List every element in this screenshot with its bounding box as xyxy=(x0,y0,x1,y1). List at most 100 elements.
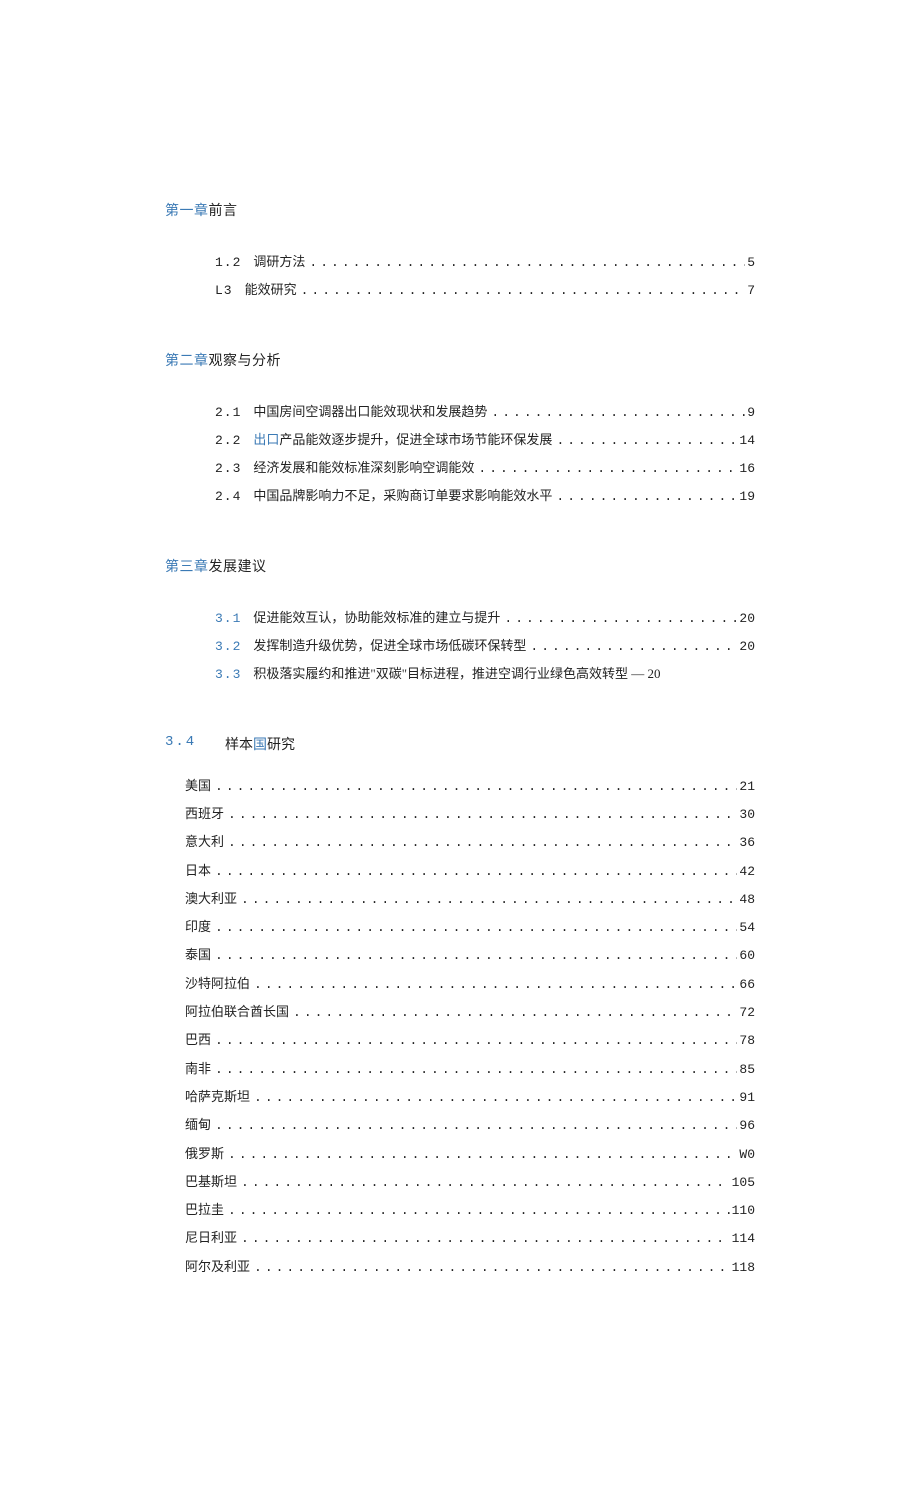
toc-leader xyxy=(297,277,746,304)
toc-entry-title: 中国品牌影响力不足，采购商订单要求影响能效水平 xyxy=(253,482,552,509)
toc-page-number: 42 xyxy=(737,858,755,885)
toc-entry-num: 2.2 xyxy=(215,427,241,454)
toc-page-number: 78 xyxy=(737,1027,755,1054)
chapter-3-label: 第三章 xyxy=(165,560,209,575)
toc-page-number: 20 xyxy=(737,633,755,660)
toc-leader xyxy=(526,633,737,660)
toc-entry-title: 尼日利亚 xyxy=(185,1224,237,1251)
toc-entry-title: 经济发展和能效标准深刻影响空调能效 xyxy=(253,454,474,481)
toc-entry[interactable]: 巴西78 xyxy=(185,1026,755,1054)
toc-entry[interactable]: 巴基斯坦105 xyxy=(185,1168,755,1196)
toc-entry-num: L3 xyxy=(215,277,233,304)
toc-entry-title: 能效研究 xyxy=(245,276,297,303)
toc-page: 第一章前言 1.2调研方法5L3能效研究7 第二章观察与分析 2.1中国房间空调… xyxy=(0,0,920,1486)
toc-leader xyxy=(237,886,737,913)
toc-leader xyxy=(237,1225,730,1252)
toc-entry[interactable]: 意大利36 xyxy=(185,828,755,856)
toc-entry[interactable]: 尼日利亚114 xyxy=(185,1224,755,1252)
toc-leader xyxy=(237,1169,730,1196)
toc-page-number: 36 xyxy=(737,829,755,856)
toc-entry-title: 发挥制造升级优势，促进全球市场低碳环保转型 xyxy=(253,632,526,659)
toc-entry-title: 阿拉伯联合酋长国 xyxy=(185,998,289,1025)
toc-page-number: 30 xyxy=(737,801,755,828)
toc-leader xyxy=(250,971,737,998)
toc-page-number: 72 xyxy=(737,999,755,1026)
toc-entry[interactable]: 3.2 发挥制造升级优势，促进全球市场低碳环保转型 20 xyxy=(215,632,755,660)
toc-entry-title: 日本 xyxy=(185,857,211,884)
chapter-2-label: 第二章 xyxy=(165,354,209,369)
toc-entry[interactable]: 泰国 60 xyxy=(185,941,755,969)
chapter-1-heading: 第一章前言 xyxy=(165,200,755,220)
toc-leader xyxy=(211,1027,737,1054)
toc-entry[interactable]: 沙特阿拉伯 66 xyxy=(185,970,755,998)
toc-entry-title: 调研方法 xyxy=(253,248,305,275)
toc-entry-num: 2.4 xyxy=(215,483,241,510)
toc-leader xyxy=(224,1141,737,1168)
toc-entry[interactable]: 2.2 出口产品能效逐步提升，促进全球市场节能环保发展 14 xyxy=(215,426,755,454)
toc-entry-num: 3.3 xyxy=(215,661,241,688)
toc-entry[interactable]: 南非85 xyxy=(185,1055,755,1083)
toc-page-number: 21 xyxy=(737,773,755,800)
section-3-4-heading: 3.4 样本国研究 xyxy=(165,734,755,754)
toc-page-number: 19 xyxy=(737,483,755,510)
toc-entry[interactable]: 西班牙30 xyxy=(185,800,755,828)
toc-entry-num: 1.2 xyxy=(215,249,241,276)
toc-page-number: 48 xyxy=(737,886,755,913)
section-3-4-num: 3.4 xyxy=(165,734,221,754)
toc-entry-title: 南非 xyxy=(185,1055,211,1082)
toc-entry-num: 3.2 xyxy=(215,633,241,660)
toc-entry-num: 2.3 xyxy=(215,455,241,482)
toc-entry-title: 美国 xyxy=(185,772,211,799)
toc-entry[interactable]: 巴拉圭110 xyxy=(185,1196,755,1224)
toc-entry[interactable]: 澳大利亚48 xyxy=(185,885,755,913)
toc-entry[interactable]: 俄罗斯W0 xyxy=(185,1140,755,1168)
toc-entry-title: 印度 xyxy=(185,913,211,940)
toc-entry[interactable]: 日本 42 xyxy=(185,857,755,885)
toc-entry[interactable]: L3能效研究7 xyxy=(215,276,755,304)
toc-entry[interactable]: 2.3经济发展和能效标准深刻影响空调能效16 xyxy=(215,454,755,482)
toc-leader xyxy=(224,829,737,856)
toc-page-number: 118 xyxy=(730,1254,755,1281)
chapter-2-title: 观察与分析 xyxy=(209,354,282,369)
toc-entry[interactable]: 哈萨克斯坦91 xyxy=(185,1083,755,1111)
toc-entry-title: 缅甸 xyxy=(185,1111,211,1138)
toc-page-number: 60 xyxy=(737,942,755,969)
toc-leader xyxy=(224,801,737,828)
toc-page-number: 9 xyxy=(745,399,755,426)
toc-leader xyxy=(250,1084,737,1111)
toc-entry-title: 阿尔及利亚 xyxy=(185,1253,250,1280)
toc-leader xyxy=(211,773,737,800)
toc-entry[interactable]: 2.1中国房间空调器出口能效现状和发展趋势9 xyxy=(215,398,755,426)
toc-entry[interactable]: 3.3 积极落实履约和推进"双碳"目标进程，推进空调行业绿色高效转型 — 20 xyxy=(215,660,755,688)
toc-entry-title: 出口产品能效逐步提升，促进全球市场节能环保发展 xyxy=(253,426,552,453)
toc-leader xyxy=(211,1112,737,1139)
toc-entry-title: 积极落实履约和推进"双碳"目标进程，推进空调行业绿色高效转型 — 20 xyxy=(253,660,660,687)
chapter-1-title: 前言 xyxy=(209,204,238,219)
toc-entry[interactable]: 阿尔及利亚 118 xyxy=(185,1253,755,1281)
toc-leader xyxy=(211,1056,737,1083)
toc-page-number: 96 xyxy=(737,1112,755,1139)
toc-entry[interactable]: 印度54 xyxy=(185,913,755,941)
toc-entry[interactable]: 阿拉伯联合酋长国 72 xyxy=(185,998,755,1026)
toc-entry-title: 泰国 xyxy=(185,941,211,968)
toc-leader xyxy=(211,858,737,885)
toc-entry[interactable]: 美国 21 xyxy=(185,772,755,800)
toc-page-number: W0 xyxy=(737,1141,755,1168)
chapter-1-items: 1.2调研方法5L3能效研究7 xyxy=(215,248,755,305)
toc-entry[interactable]: 2.4 中国品牌影响力不足，采购商订单要求影响能效水平 19 xyxy=(215,482,755,510)
chapter-3-title: 发展建议 xyxy=(209,560,267,575)
toc-entry[interactable]: 1.2调研方法5 xyxy=(215,248,755,276)
toc-page-number: 20 xyxy=(737,605,755,632)
toc-entry[interactable]: 3.1促进能效互认，协助能效标准的建立与提升20 xyxy=(215,604,755,632)
toc-leader xyxy=(224,1197,730,1224)
toc-page-number: 14 xyxy=(737,427,755,454)
toc-entry-title: 沙特阿拉伯 xyxy=(185,970,250,997)
toc-entry-title: 哈萨克斯坦 xyxy=(185,1083,250,1110)
toc-leader xyxy=(211,942,737,969)
toc-page-number: 66 xyxy=(737,971,755,998)
chapter-3-heading: 第三章发展建议 xyxy=(165,556,755,576)
toc-leader xyxy=(474,455,737,482)
toc-leader xyxy=(289,999,737,1026)
toc-entry[interactable]: 缅甸 96 xyxy=(185,1111,755,1139)
chapter-2-items: 2.1中国房间空调器出口能效现状和发展趋势92.2 出口产品能效逐步提升，促进全球… xyxy=(215,398,755,511)
